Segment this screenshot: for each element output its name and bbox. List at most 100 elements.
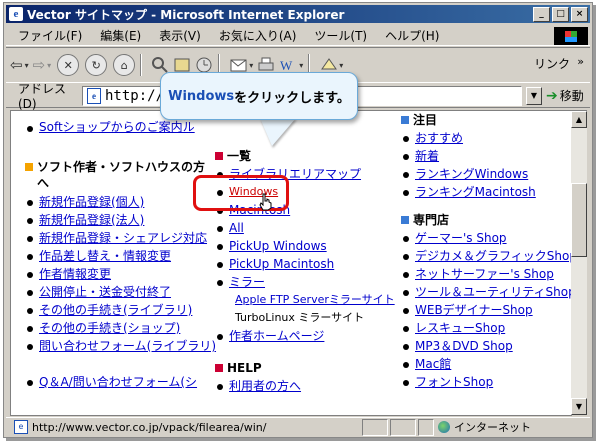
author-link[interactable]: 問い合わせフォーム(ライブラリ) [39,339,216,353]
back-arrow-icon: ⇦ [10,56,23,74]
status-bar: e http://www.vector.co.jp/vpack/filearea… [6,417,590,436]
page-status-icon: e [14,420,28,434]
shop-link[interactable]: レスキューShop [415,321,505,335]
address-label: アドレス(D) [18,81,67,111]
page-icon: e [87,88,101,104]
menu-help[interactable]: ヘルプ(H) [376,27,448,44]
list-item: 作品差し替え・情報変更 [25,247,211,265]
address-dropdown-button[interactable]: ▼ [526,87,542,105]
list-item: Q＆A/問い合わせフォーム(シ [25,373,211,391]
globe-icon [438,421,450,433]
list-item: ゲーマー's Shop [401,229,569,247]
list-item: WEBデザイナーShop [401,301,569,319]
pickup-macintosh-link[interactable]: PickUp Macintosh [229,257,334,271]
callout-keyword: Windows [168,88,235,104]
back-button[interactable]: ⇦ ▾ [10,53,29,77]
featured-link[interactable]: 新着 [415,149,439,163]
featured-link[interactable]: ランキングMacintosh [415,185,536,199]
section-shops: 専門店 [401,211,569,229]
close-button[interactable]: × [571,7,588,22]
author-link[interactable]: 作品差し替え・情報変更 [39,249,171,263]
list-item: PickUp Windows [215,237,395,255]
menu-edit[interactable]: 編集(E) [91,27,150,44]
refresh-button[interactable]: ↻ [85,54,108,76]
list-item: その他の手続き(ライブラリ) [25,301,211,319]
windows-link-highlight [193,175,289,211]
author-link[interactable]: 作者情報変更 [39,267,111,281]
section-square-icon [215,364,223,372]
section-featured: 注目 [401,111,569,129]
stop-button[interactable]: ✕ [57,54,80,76]
scroll-down-button[interactable]: ▼ [571,398,587,415]
section-help-title: HELP [227,361,262,375]
title-bar: e Vector サイトマップ - Microsoft Internet Exp… [6,5,590,23]
shop-link[interactable]: デジカメ＆グラフィックShop [415,249,571,263]
browser-window: e Vector サイトマップ - Microsoft Internet Exp… [3,2,593,438]
author-link[interactable]: Q＆A/問い合わせフォーム(シ [39,375,197,389]
go-button[interactable]: ➔ 移動 [546,87,584,104]
links-label[interactable]: リンク [534,55,570,72]
list-item: フォントShop [401,373,569,391]
home-button[interactable]: ⌂ [113,54,136,76]
author-link[interactable]: 公開停止・送金受付終了 [39,285,171,299]
list-item: ミラー [215,273,395,291]
pickup-windows-link[interactable]: PickUp Windows [229,239,327,253]
section-square-icon [215,152,223,160]
ie-icon: e [9,7,23,21]
section-list: 一覧 [215,147,395,165]
window-title: Vector サイトマップ - Microsoft Internet Explo… [27,7,345,22]
scroll-up-button[interactable]: ▲ [571,111,587,128]
list-item: 新規作品登録・シェアレジ対応 [25,229,211,247]
section-square-icon [25,163,33,171]
shop-link[interactable]: ゲーマー's Shop [415,231,507,245]
scroll-thumb[interactable] [571,183,587,257]
author-link[interactable]: 新規作品登録(個人) [39,195,144,209]
menu-favorites[interactable]: お気に入り(A) [210,27,306,44]
featured-link[interactable]: ランキングWindows [415,167,528,181]
author-link[interactable]: その他の手続き(ショップ) [39,321,180,335]
apple-ftp-mirror-link[interactable]: Apple FTP Serverミラーサイト [235,293,395,306]
hand-pointer-icon [259,193,272,211]
callout-tail [260,118,296,146]
shop-link[interactable]: MP3＆DVD Shop [415,339,513,353]
windows-logo-icon [554,27,588,45]
list-item: Apple FTP Serverミラーサイト [215,291,395,309]
list-item: PickUp Macintosh [215,255,395,273]
shop-link[interactable]: WEBデザイナーShop [415,303,533,317]
toolbar-separator [140,54,143,76]
menu-view[interactable]: 表示(V) [150,27,210,44]
menu-tools[interactable]: ツール(T) [305,27,376,44]
turbolinux-mirror-text: TurboLinux ミラーサイト [235,311,365,324]
minimize-button[interactable]: _ [533,7,550,22]
forward-button[interactable]: ⇨ ▾ [33,53,52,77]
menu-file[interactable]: ファイル(F) [6,27,91,44]
author-link[interactable]: その他の手続き(ライブラリ) [39,303,192,317]
shop-link[interactable]: フォントShop [415,375,493,389]
softshop-link[interactable]: Softショップからのご案内ル [39,120,195,134]
author-link[interactable]: 新規作品登録(法人) [39,213,144,227]
author-link[interactable]: 新規作品登録・シェアレジ対応 [39,231,207,245]
go-label: 移動 [559,89,584,103]
section-list-title: 一覧 [227,149,252,163]
page-content: Softショップからのご案内ル ソフト作者・ソフトハウスの方へ 新規作品登録(個… [10,110,572,416]
forward-arrow-icon: ⇨ [32,56,46,74]
section-author: ソフト作者・ソフトハウスの方へ [25,159,211,193]
mirror-link[interactable]: ミラー [229,275,265,289]
help-link[interactable]: 利用者の方へ [229,379,301,393]
section-square-icon [401,116,409,124]
shop-link[interactable]: ネットサーファー's Shop [415,267,554,281]
right-column: 注目 おすすめ 新着 ランキングWindows ランキングMacintosh 専… [401,111,571,391]
shop-link[interactable]: ツール＆ユーティリティShop [415,285,571,299]
list-item: 利用者の方へ [215,377,395,395]
maximize-button[interactable]: □ [552,7,569,22]
shop-link[interactable]: Mac館 [415,357,451,371]
status-panel [362,419,388,436]
list-item: 新規作品登録(法人) [25,211,211,229]
all-link[interactable]: All [229,221,244,235]
author-homepage-link[interactable]: 作者ホームページ [229,329,324,343]
links-chevron-icon[interactable]: » [577,55,584,68]
featured-link[interactable]: おすすめ [415,131,463,145]
vertical-scrollbar[interactable]: ▲ ▼ [571,110,587,415]
security-zone: インターネット [438,419,531,435]
menu-bar: ファイル(F) 編集(E) 表示(V) お気に入り(A) ツール(T) ヘルプ(… [6,25,590,46]
